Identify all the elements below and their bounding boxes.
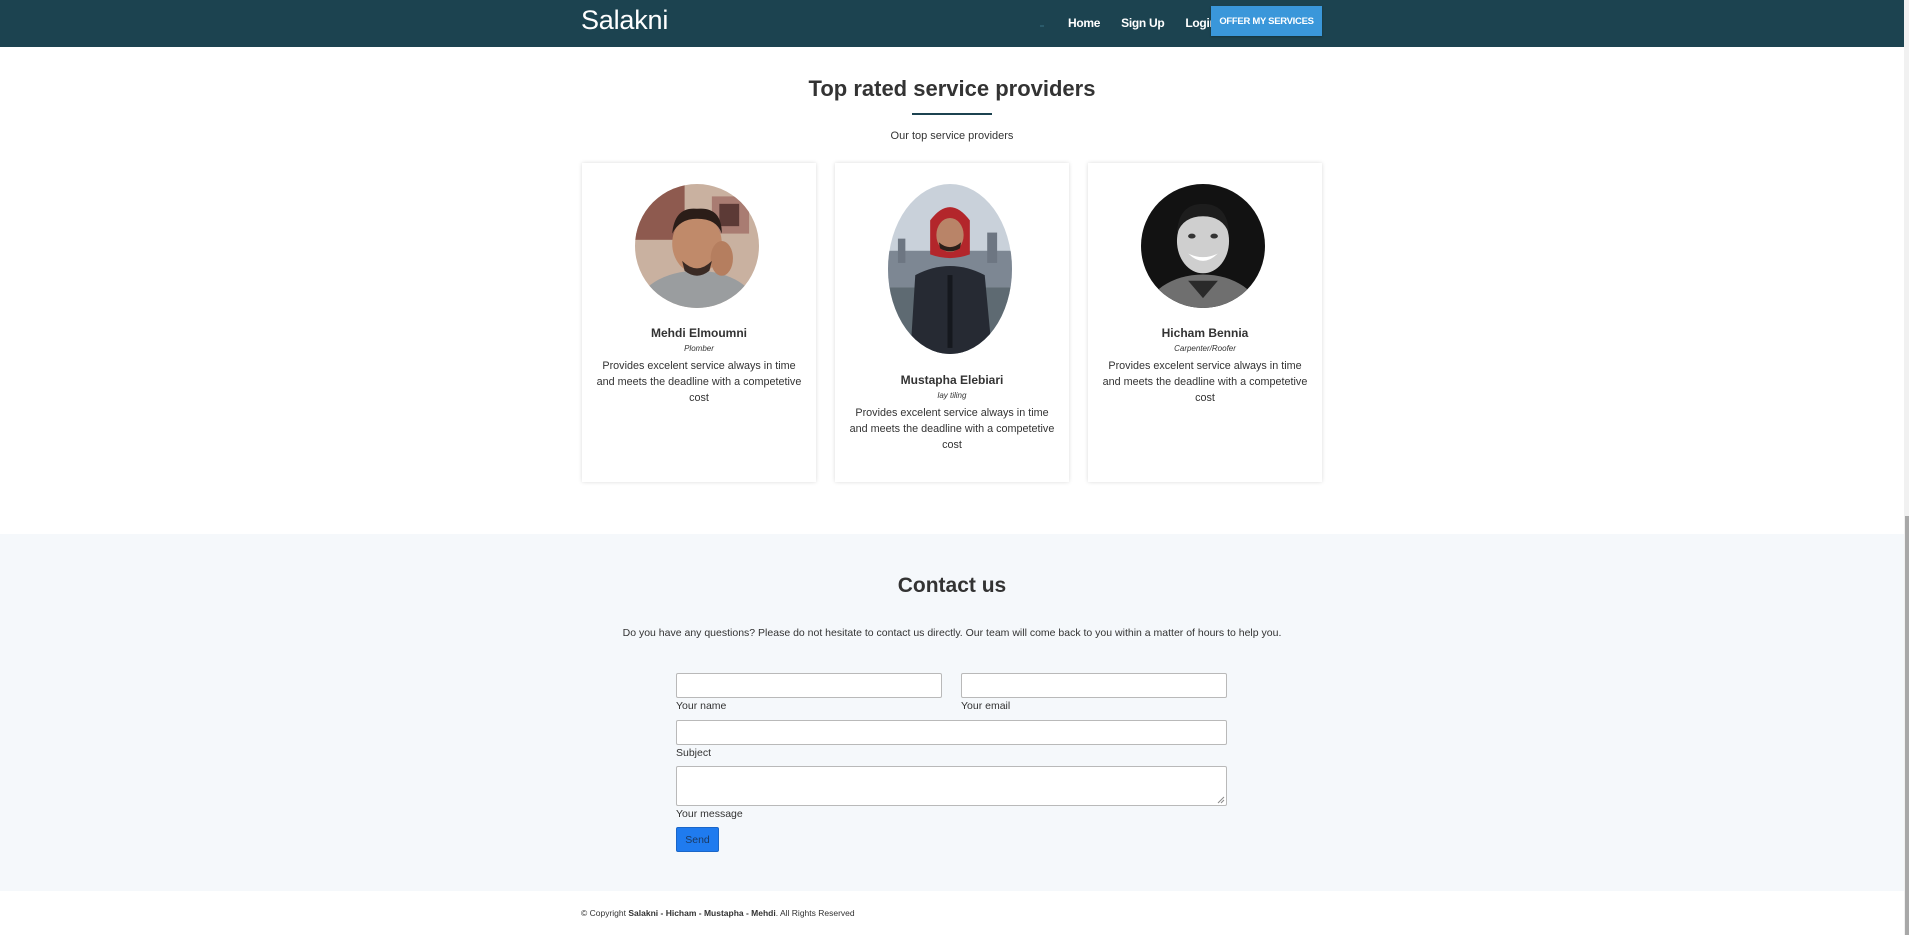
footer-copyright: © Copyright Salakni - Hicham - Mustapha … xyxy=(581,908,855,918)
brand-logo[interactable]: Salakni xyxy=(581,5,668,36)
provider-description: Provides excelent service always in time… xyxy=(596,360,802,404)
scrollbar-thumb[interactable] xyxy=(1905,516,1909,935)
email-input[interactable] xyxy=(961,673,1227,698)
offer-my-services-button[interactable]: OFFER MY SERVICES xyxy=(1211,6,1322,36)
contact-description: Do you have any questions? Please do not… xyxy=(622,627,1282,639)
provider-photo xyxy=(888,184,1012,354)
provider-card: Mustapha Elebiari lay tiling Provides ex… xyxy=(835,163,1069,482)
contact-section: Contact us Do you have any questions? Pl… xyxy=(0,534,1904,891)
message-label: Your message xyxy=(676,808,743,820)
provider-card: Hicham Bennia Carpenter/Roofer Provides … xyxy=(1088,163,1322,482)
subject-label: Subject xyxy=(676,747,712,759)
provider-card: Mehdi Elmoumni Plomber Provides excelent… xyxy=(582,163,816,482)
email-label: Your email xyxy=(961,700,1011,712)
provider-description: Provides excelent service always in time… xyxy=(849,407,1055,451)
message-textarea[interactable] xyxy=(676,766,1227,806)
provider-photo xyxy=(1141,184,1265,308)
copyright-suffix: . All Rights Reserved xyxy=(775,908,855,918)
top-navbar: Salakni Home Sign Up Login OFFER MY SERV… xyxy=(0,0,1904,47)
copyright-authors: Salakni - Hicham - Mustapha - Mehdi xyxy=(628,908,776,918)
nav-link-home[interactable]: Home xyxy=(1068,16,1100,30)
providers-section-subtitle: Our top service providers xyxy=(890,130,1014,142)
send-button[interactable]: Send xyxy=(676,827,719,852)
providers-section-title: Top rated service providers xyxy=(808,76,1096,101)
provider-role: Plomber xyxy=(684,344,714,353)
provider-role: lay tiling xyxy=(937,391,967,400)
nav-links: Home Sign Up Login xyxy=(1040,16,1226,30)
name-label: Your name xyxy=(676,700,727,712)
provider-name: Mustapha Elebiari xyxy=(900,373,1004,387)
provider-role: Carpenter/Roofer xyxy=(1174,344,1236,353)
copyright-prefix: © Copyright xyxy=(581,908,629,918)
provider-name: Mehdi Elmoumni xyxy=(651,326,747,340)
provider-name: Hicham Bennia xyxy=(1161,326,1249,340)
contact-title: Contact us xyxy=(897,574,1007,597)
name-input[interactable] xyxy=(676,673,942,698)
provider-description: Provides excelent service always in time… xyxy=(1102,360,1308,404)
provider-photo xyxy=(635,184,759,308)
nav-link-sign-up[interactable]: Sign Up xyxy=(1121,16,1165,30)
nav-separator xyxy=(1040,25,1044,27)
title-divider xyxy=(912,113,992,115)
resize-grip-icon[interactable] xyxy=(1217,796,1225,804)
subject-input[interactable] xyxy=(676,720,1227,745)
